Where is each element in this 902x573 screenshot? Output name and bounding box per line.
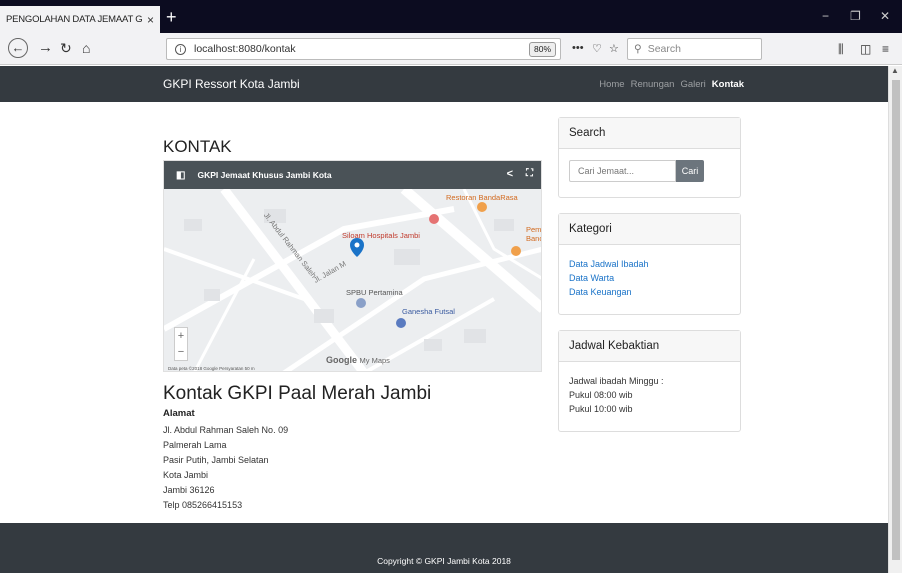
site-brand[interactable]: GKPI Ressort Kota Jambi <box>163 77 300 91</box>
jadwal-line: Pukul 10:00 wib <box>569 404 633 414</box>
google-logo-text: Google <box>326 355 357 365</box>
scroll-thumb[interactable] <box>892 80 900 560</box>
new-tab-button[interactable]: + <box>166 6 177 28</box>
url-text: localhost:8080/kontak <box>194 43 296 55</box>
pocket-icon[interactable]: ♡ <box>592 42 602 55</box>
bookmark-star-icon[interactable]: ☆ <box>609 42 619 55</box>
address-line: Palmerah Lama <box>163 440 227 450</box>
fullscreen-icon[interactable]: ⛶ <box>526 168 533 179</box>
address-label: Alamat <box>163 408 195 419</box>
back-icon[interactable]: ← <box>8 38 28 58</box>
link-data-warta[interactable]: Data Warta <box>569 273 614 283</box>
my-maps-text: My Maps <box>359 356 390 365</box>
address-line: Jambi 36126 <box>163 485 215 495</box>
url-bar[interactable]: i localhost:8080/kontak <box>166 38 561 60</box>
library-icon[interactable]: ⫼ <box>838 42 844 57</box>
jadwal-line: Pukul 08:00 wib <box>569 390 633 400</box>
search-card-title: Search <box>559 118 740 149</box>
page-scrollbar[interactable]: ▲ <box>888 66 902 573</box>
jadwal-card-title: Jadwal Kebaktian <box>559 331 740 362</box>
page-actions-icon[interactable]: ••• <box>572 42 584 54</box>
forward-icon[interactable]: → <box>38 39 53 57</box>
nav-link-kontak[interactable]: Kontak <box>712 79 744 90</box>
search-card: Search Cari Jemaat... Cari <box>558 117 741 198</box>
kategori-card: Kategori Data Jadwal Ibadah Data Warta D… <box>558 213 741 315</box>
map-title: GKPI Jemaat Khusus Jambi Kota <box>197 170 332 180</box>
jadwal-card: Jadwal Kebaktian Jadwal ibadah Minggu : … <box>558 330 741 432</box>
site-footer: Copyright © GKPI Jambi Kota 2018 <box>0 523 888 573</box>
home-icon[interactable]: ⌂ <box>82 39 90 57</box>
info-icon[interactable]: i <box>175 43 186 55</box>
nav-links: Home Renungan Galeri Kontak <box>599 79 744 90</box>
map-attribution[interactable]: Data peta ©2018 Google Persyaratan 50 m <box>168 366 255 371</box>
contact-heading: Kontak GKPI Paal Merah Jambi <box>163 383 432 404</box>
site-navbar: GKPI Ressort Kota Jambi Home Renungan Ga… <box>0 66 888 102</box>
phone-line: Telp 085266415153 <box>163 500 243 510</box>
nav-link-renungan[interactable]: Renungan <box>631 79 675 90</box>
close-window-icon[interactable]: ✕ <box>880 9 890 23</box>
map-label-siloam: Siloam Hospitals Jambi <box>342 231 420 240</box>
map-header: ◧ GKPI Jemaat Khusus Jambi Kota < ⛶ <box>164 161 541 189</box>
address-line: Kota Jambi <box>163 470 209 480</box>
map-zoom-control[interactable]: + − <box>174 327 188 361</box>
tab-title: PENGOLAHAN DATA JEMAAT GKPI <box>6 14 143 25</box>
map-zoom-in[interactable]: + <box>175 328 187 344</box>
google-logo: Google My Maps <box>326 355 390 365</box>
map-label-restoran: Restoran BandaRasa <box>446 193 518 202</box>
restore-icon[interactable]: ❐ <box>850 9 861 23</box>
map-label-ganesha: Ganesha Futsal <box>402 307 455 316</box>
search-form: Cari Jemaat... Cari <box>569 160 704 182</box>
kategori-card-title: Kategori <box>559 214 740 245</box>
map-zoom-out[interactable]: − <box>175 344 187 360</box>
reload-icon[interactable]: ↻ <box>60 39 72 57</box>
link-data-keuangan[interactable]: Data Keuangan <box>569 287 632 297</box>
map-label-spbu: SPBU Pertamina <box>346 288 403 297</box>
share-icon[interactable]: < <box>507 168 513 180</box>
browser-tab-bar: PENGOLAHAN DATA JEMAAT GKPI × + − ❐ ✕ <box>0 0 902 33</box>
scroll-up-icon[interactable]: ▲ <box>891 66 899 75</box>
zoom-level[interactable]: 80% <box>529 42 557 57</box>
menu-icon[interactable]: ≡ <box>882 42 889 56</box>
page-title: KONTAK <box>163 137 232 156</box>
browser-toolbar: ← → ↻ ⌂ i localhost:8080/kontak 80% ••• … <box>0 33 902 65</box>
sidebar-icon[interactable]: ◫ <box>860 42 871 56</box>
copyright-text: Copyright © GKPI Jambi Kota 2018 <box>377 556 511 566</box>
browser-tab[interactable]: PENGOLAHAN DATA JEMAAT GKPI × <box>0 6 160 33</box>
cari-button[interactable]: Cari <box>676 160 704 182</box>
link-data-jadwal-ibadah[interactable]: Data Jadwal Ibadah <box>569 259 649 269</box>
nav-link-home[interactable]: Home <box>599 79 624 90</box>
map-canvas <box>164 189 541 371</box>
address-line: Jl. Abdul Rahman Saleh No. 09 <box>163 425 289 435</box>
embedded-map[interactable]: ◧ GKPI Jemaat Khusus Jambi Kota < ⛶ Rest… <box>163 160 542 372</box>
address-line: Pasir Putih, Jambi Selatan <box>163 455 269 465</box>
browser-search-placeholder: Search <box>647 43 681 55</box>
close-tab-icon[interactable]: × <box>147 13 154 27</box>
map-legend-icon[interactable]: ◧ <box>176 170 185 181</box>
browser-search-input[interactable]: ⚲ Search <box>627 38 762 60</box>
minimize-icon[interactable]: − <box>822 9 829 23</box>
map-label-pem: Pem Banc <box>526 225 542 243</box>
search-icon: ⚲ <box>634 43 642 55</box>
jadwal-line: Jadwal ibadah Minggu : <box>569 376 664 386</box>
nav-link-galeri[interactable]: Galeri <box>680 79 705 90</box>
jemaat-search-input[interactable]: Cari Jemaat... <box>569 160 676 182</box>
